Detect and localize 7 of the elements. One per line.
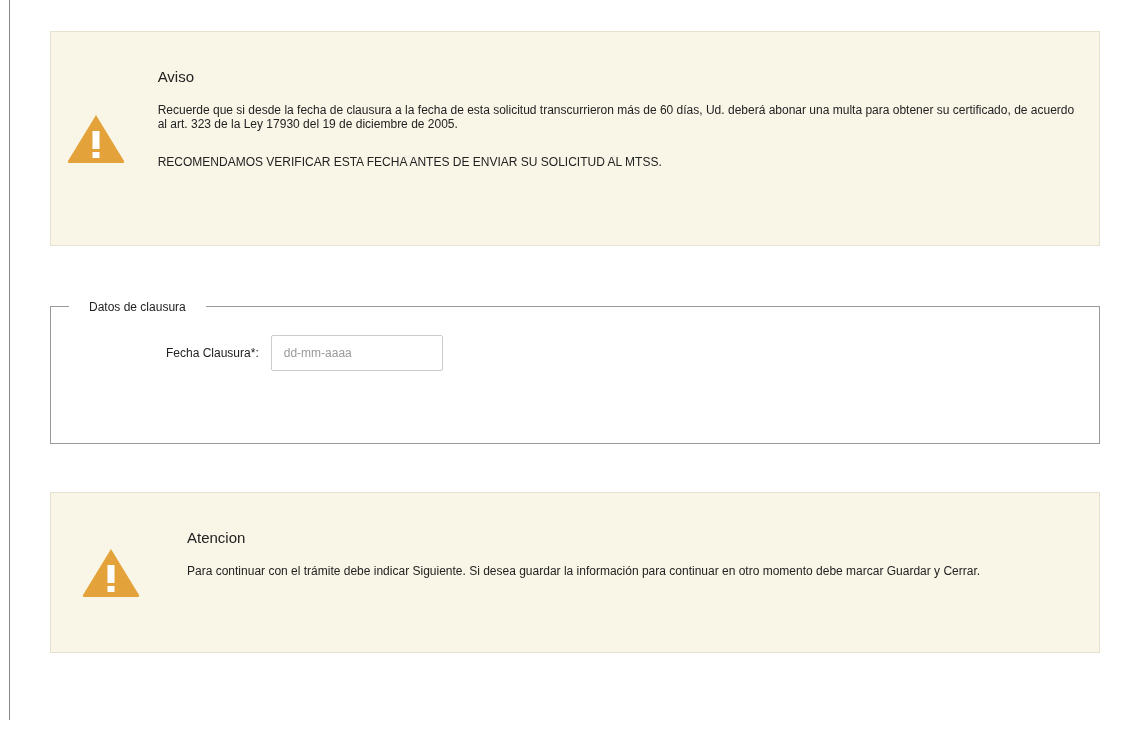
notice-title: Aviso [157,67,195,87]
notice-text: Recuerde que si desde la fecha de clausura a la fecha de esta solicitud transcurrieron más de 60 días, Ud. deberá abonar una multa para obtener su certificado, de acuerdo al art. 323 de la Ley 17930 del 19 de diciembre de 2005. [157,102,1076,132]
notice-text: RECOMENDAMOS VERIFICAR ESTA FECHA ANTES DE ENVIAR SU SOLICITUD AL MTSS. [157,155,663,170]
notice-title: Atencion [187,528,246,548]
notice-text: Para continuar con el trámite debe indicar Siguiente. Si desea guardar la información para continuar en otro momento debe marcar Guardar y Cerrar. [187,563,981,578]
date-input-field[interactable]: dd-mm-aaaa [270,335,443,371]
field-label: Fecha Clausura*: [166,345,259,362]
